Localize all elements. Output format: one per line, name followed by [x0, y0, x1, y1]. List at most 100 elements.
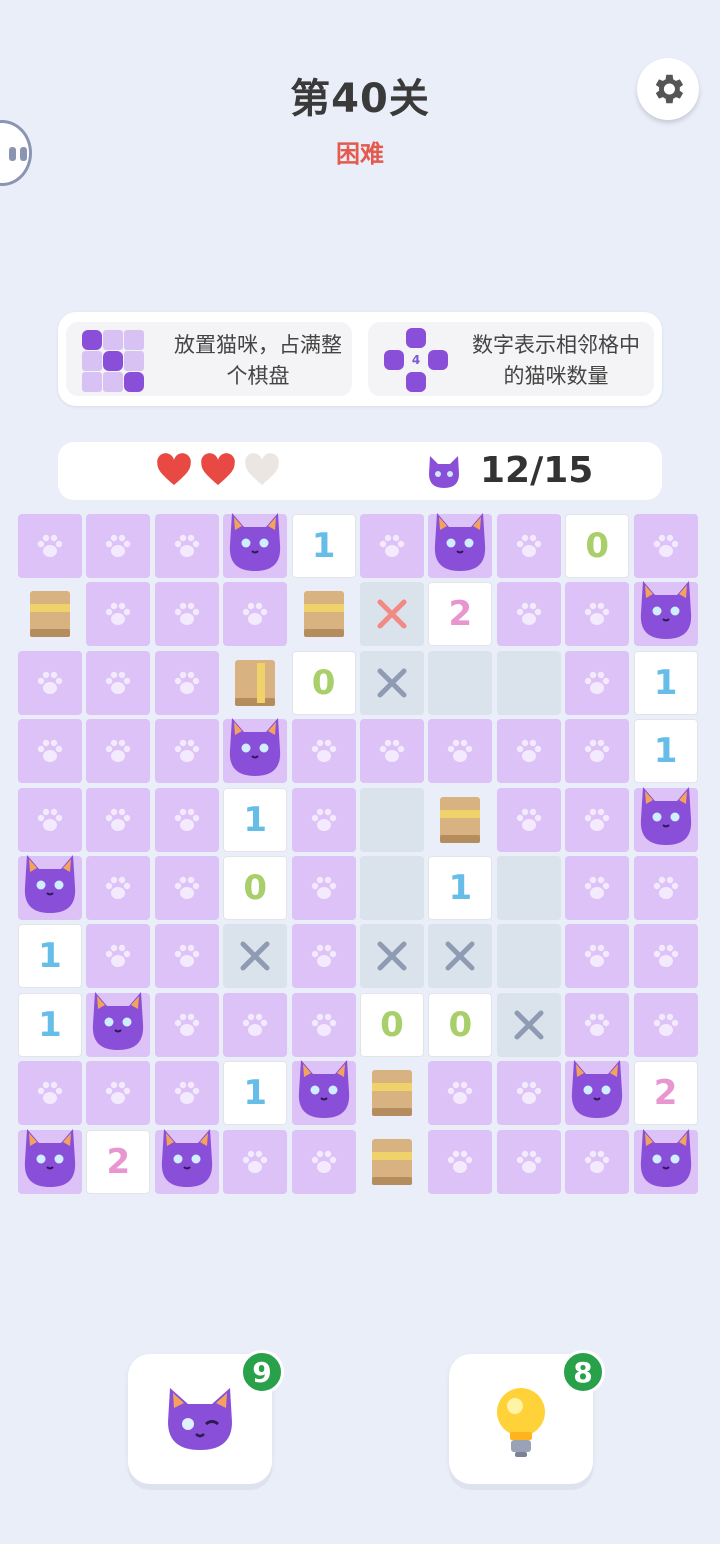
board-cell-paw[interactable]	[291, 992, 356, 1057]
board-cell-paw[interactable]	[291, 719, 356, 784]
board-cell-paw[interactable]	[86, 856, 151, 920]
board-cell-paw[interactable]	[18, 650, 82, 715]
board-cell-number[interactable]: 2	[633, 1061, 698, 1126]
board-cell-paw[interactable]	[291, 787, 356, 852]
place-cat-button[interactable]: 9	[128, 1350, 284, 1484]
board-cell-number[interactable]: 1	[291, 514, 356, 578]
board-cell-crossed[interactable]	[360, 924, 424, 989]
board-cell-number[interactable]: 1	[18, 992, 82, 1057]
board-cell-number[interactable]: 0	[223, 856, 288, 920]
board-cell-empty[interactable]	[360, 787, 424, 852]
board-cell-paw[interactable]	[86, 719, 151, 784]
board-cell-paw[interactable]	[565, 992, 630, 1057]
board-cell-paw[interactable]	[291, 856, 356, 920]
board-cell-number[interactable]: 0	[291, 650, 356, 715]
board-cell-empty[interactable]	[496, 650, 561, 715]
board-cell-cat[interactable]	[291, 1060, 356, 1126]
board-cell-paw[interactable]	[565, 719, 630, 784]
board-cell-crossed[interactable]	[428, 924, 493, 989]
board-cell-number[interactable]: 0	[565, 514, 630, 578]
board-cell-cat[interactable]	[86, 991, 151, 1057]
board-cell-crossed[interactable]	[360, 582, 424, 647]
board-cell-number[interactable]: 1	[223, 1061, 288, 1126]
board-cell-empty[interactable]	[496, 856, 561, 920]
board-cell-paw[interactable]	[565, 650, 630, 715]
board-cell-number[interactable]: 1	[428, 856, 493, 920]
board-cell-paw[interactable]	[360, 514, 424, 578]
board-cell-paw[interactable]	[633, 924, 698, 989]
board-cell-number[interactable]: 1	[18, 924, 82, 989]
board-cell-paw[interactable]	[565, 1129, 630, 1194]
board-cell-paw[interactable]	[633, 856, 698, 920]
board-cell-paw[interactable]	[154, 924, 219, 989]
board-cell-paw[interactable]	[428, 719, 493, 784]
board-cell-number[interactable]: 0	[428, 992, 493, 1057]
board-cell-paw[interactable]	[496, 787, 561, 852]
settings-button[interactable]	[637, 58, 699, 120]
board-cell-paw[interactable]	[428, 1129, 493, 1194]
board-cell-paw[interactable]	[154, 514, 219, 578]
board-cell-number[interactable]: 1	[633, 650, 698, 715]
board-cell-paw[interactable]	[154, 1061, 219, 1126]
board-cell-number[interactable]: 1	[633, 719, 698, 784]
board-cell-paw[interactable]	[154, 719, 219, 784]
board-cell-paw[interactable]	[223, 992, 288, 1057]
board-cell-cat[interactable]	[223, 718, 288, 784]
board-cell-paw[interactable]	[154, 787, 219, 852]
board-cell-paw[interactable]	[18, 1061, 82, 1126]
board-cell-paw[interactable]	[86, 514, 151, 578]
board-cell-paw[interactable]	[565, 924, 630, 989]
board-cell-number[interactable]: 2	[428, 582, 493, 647]
board-cell-paw[interactable]	[291, 924, 356, 989]
board-cell-cat[interactable]	[18, 855, 82, 920]
board-cell-cat[interactable]	[633, 786, 698, 852]
board-cell-number[interactable]: 0	[360, 992, 424, 1057]
board-cell-box[interactable]	[428, 788, 492, 852]
board-cell-cat[interactable]	[428, 513, 493, 578]
board-cell-cat[interactable]	[633, 581, 698, 647]
board-cell-paw[interactable]	[496, 1061, 561, 1126]
board-cell-paw[interactable]	[360, 719, 424, 784]
board-cell-cat[interactable]	[565, 1060, 630, 1126]
board-cell-paw[interactable]	[291, 1129, 356, 1194]
board-cell-paw[interactable]	[18, 787, 82, 852]
board-cell-crossed[interactable]	[360, 650, 424, 715]
hint-button[interactable]: 8	[449, 1350, 605, 1484]
board-cell-paw[interactable]	[18, 514, 82, 578]
board-cell-paw[interactable]	[86, 650, 151, 715]
board-cell-box[interactable]	[360, 1130, 424, 1194]
board-cell-paw[interactable]	[496, 719, 561, 784]
board-cell-number[interactable]: 1	[223, 787, 288, 852]
board-cell-paw[interactable]	[633, 992, 698, 1057]
board-cell-paw[interactable]	[154, 856, 219, 920]
board-cell-paw[interactable]	[633, 514, 698, 578]
board-cell-paw[interactable]	[86, 787, 151, 852]
board-cell-paw[interactable]	[223, 1129, 288, 1194]
board-cell-empty[interactable]	[428, 650, 493, 715]
board-cell-paw[interactable]	[565, 856, 630, 920]
board-cell-crossed[interactable]	[496, 992, 561, 1057]
board-cell-cat[interactable]	[154, 1128, 219, 1194]
side-assistant-tab[interactable]	[0, 120, 32, 186]
board-cell-number[interactable]: 2	[86, 1129, 151, 1194]
board-cell-paw[interactable]	[86, 1061, 151, 1126]
game-board[interactable]: 1020111011100122	[18, 513, 702, 1198]
board-cell-cat[interactable]	[18, 1128, 82, 1194]
board-cell-paw[interactable]	[86, 924, 151, 989]
board-cell-paw[interactable]	[18, 719, 82, 784]
board-cell-empty[interactable]	[360, 856, 424, 920]
board-cell-box[interactable]	[18, 582, 82, 646]
board-cell-paw[interactable]	[428, 1061, 493, 1126]
board-cell-paw[interactable]	[565, 582, 630, 647]
board-cell-box[interactable]	[360, 1061, 424, 1125]
board-cell-box[interactable]	[223, 651, 287, 715]
board-cell-paw[interactable]	[496, 582, 561, 647]
board-cell-cat[interactable]	[633, 1128, 698, 1194]
board-cell-paw[interactable]	[86, 582, 151, 647]
board-cell-paw[interactable]	[496, 1129, 561, 1194]
board-cell-paw[interactable]	[496, 514, 561, 578]
board-cell-empty[interactable]	[496, 924, 561, 989]
board-cell-crossed[interactable]	[223, 924, 288, 989]
board-cell-paw[interactable]	[565, 787, 630, 852]
board-cell-paw[interactable]	[154, 582, 219, 647]
